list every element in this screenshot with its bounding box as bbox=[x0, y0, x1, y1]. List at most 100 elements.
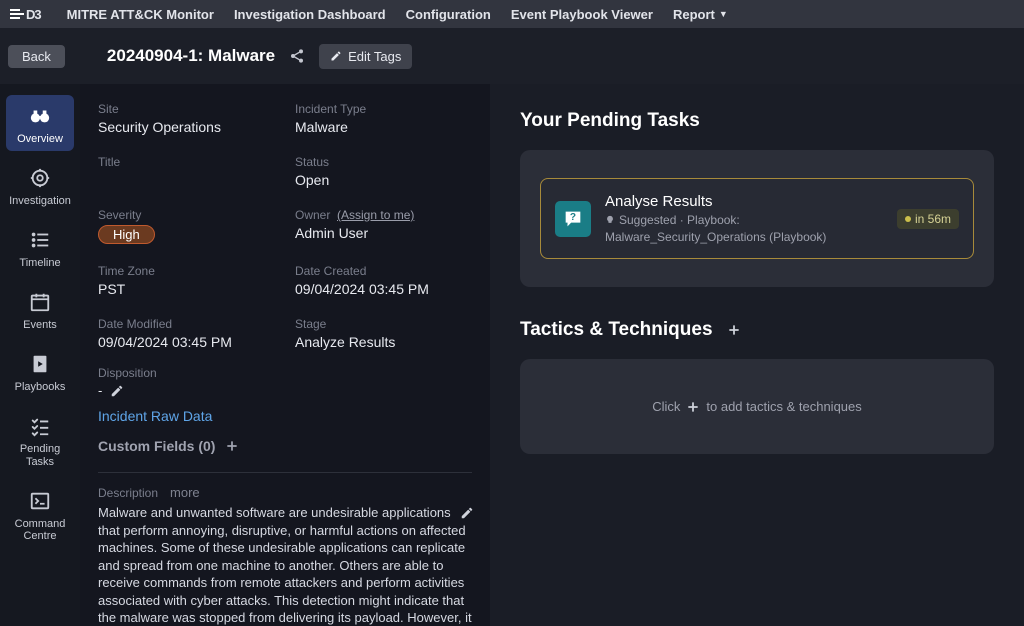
plus-icon[interactable] bbox=[686, 400, 700, 414]
sidebar-label: Pending Tasks bbox=[6, 443, 74, 467]
edit-tags-button[interactable]: Edit Tags bbox=[319, 44, 412, 69]
sidebar-item-events[interactable]: Events bbox=[6, 281, 74, 337]
sidebar-item-overview[interactable]: Overview bbox=[6, 95, 74, 151]
pending-tasks-title: Your Pending Tasks bbox=[520, 110, 994, 132]
pencil-icon[interactable] bbox=[460, 506, 474, 520]
task-card[interactable]: ? Analyse Results Suggested · Playbook: … bbox=[540, 178, 974, 259]
sidebar-label: Investigation bbox=[9, 195, 71, 207]
tactics-title: Tactics & Techniques bbox=[520, 319, 994, 341]
field-label: Status bbox=[295, 155, 472, 169]
sidebar-label: Events bbox=[23, 319, 57, 331]
nav-report[interactable]: Report ▼ bbox=[673, 7, 728, 22]
timeline-icon bbox=[29, 229, 51, 251]
field-value: - bbox=[98, 383, 102, 398]
binoculars-icon bbox=[29, 105, 51, 127]
field-status: Status Open bbox=[295, 155, 472, 188]
sidebar: Overview Investigation Timeline Events P… bbox=[0, 84, 80, 626]
field-value: Malware bbox=[295, 119, 472, 135]
plus-icon[interactable] bbox=[225, 439, 239, 453]
field-title: Title bbox=[98, 155, 275, 188]
sidebar-label: Playbooks bbox=[15, 381, 66, 393]
logo-icon bbox=[10, 7, 24, 21]
plus-icon[interactable] bbox=[727, 323, 741, 337]
back-button[interactable]: Back bbox=[8, 45, 65, 68]
status-dot-icon bbox=[905, 216, 911, 222]
field-label: Date Created bbox=[295, 264, 472, 278]
pending-tasks-container: ? Analyse Results Suggested · Playbook: … bbox=[520, 150, 994, 287]
playbook-icon bbox=[29, 353, 51, 375]
terminal-icon bbox=[29, 490, 51, 512]
field-incident-type: Incident Type Malware bbox=[295, 102, 472, 135]
details-panel: Site Security Operations Incident Type M… bbox=[80, 84, 490, 626]
tactics-hint-pre: Click bbox=[652, 399, 680, 414]
field-value: PST bbox=[98, 281, 275, 297]
more-link[interactable]: more bbox=[170, 485, 200, 500]
sidebar-label: Overview bbox=[17, 133, 63, 145]
field-value: 09/04/2024 03:45 PM bbox=[98, 334, 275, 350]
field-label: Owner bbox=[295, 208, 330, 222]
field-label: Stage bbox=[295, 317, 472, 331]
field-label: Time Zone bbox=[98, 264, 275, 278]
sidebar-item-timeline[interactable]: Timeline bbox=[6, 219, 74, 275]
pencil-icon bbox=[330, 50, 342, 62]
incident-raw-data-link[interactable]: Incident Raw Data bbox=[98, 408, 472, 424]
sidebar-item-playbooks[interactable]: Playbooks bbox=[6, 343, 74, 399]
share-icon[interactable] bbox=[289, 48, 305, 64]
field-timezone: Time Zone PST bbox=[98, 264, 275, 297]
tactics-title-text: Tactics & Techniques bbox=[520, 319, 713, 341]
logo: D3 bbox=[4, 7, 47, 22]
nav-dashboard[interactable]: Investigation Dashboard bbox=[234, 7, 386, 22]
calendar-icon bbox=[29, 291, 51, 313]
nav-report-label: Report bbox=[673, 7, 715, 22]
tactics-box: Click to add tactics & techniques bbox=[520, 359, 994, 454]
field-value: Open bbox=[295, 172, 472, 188]
custom-fields-row[interactable]: Custom Fields (0) bbox=[98, 438, 472, 454]
field-value: Analyze Results bbox=[295, 334, 472, 350]
top-nav: D3 MITRE ATT&CK Monitor Investigation Da… bbox=[0, 0, 1024, 28]
custom-fields-label: Custom Fields (0) bbox=[98, 438, 215, 454]
task-sub-prefix: Suggested · Playbook: bbox=[619, 213, 740, 227]
field-label: Incident Type bbox=[295, 102, 472, 116]
assign-to-me-link[interactable]: (Assign to me) bbox=[337, 208, 414, 222]
tactics-hint-post: to add tactics & techniques bbox=[706, 399, 861, 414]
field-value: Security Operations bbox=[98, 119, 275, 135]
field-disposition: Disposition - bbox=[98, 366, 472, 398]
field-label: Severity bbox=[98, 208, 275, 222]
bulb-icon bbox=[605, 215, 615, 225]
field-label: Site bbox=[98, 102, 275, 116]
nav-playbook-viewer[interactable]: Event Playbook Viewer bbox=[511, 7, 653, 22]
chevron-down-icon: ▼ bbox=[719, 9, 728, 19]
severity-badge: High bbox=[98, 225, 155, 244]
field-stage: Stage Analyze Results bbox=[295, 317, 472, 350]
field-label: Disposition bbox=[98, 366, 472, 380]
field-label: Title bbox=[98, 155, 275, 169]
field-owner: Owner (Assign to me) Admin User bbox=[295, 208, 472, 244]
task-due-badge: in 56m bbox=[897, 209, 959, 229]
title-bar: Back 20240904-1: Malware Edit Tags bbox=[0, 28, 1024, 84]
svg-text:?: ? bbox=[570, 211, 576, 222]
pencil-icon[interactable] bbox=[110, 384, 124, 398]
checklist-icon bbox=[29, 415, 51, 437]
description-text: Malware and unwanted software are undesi… bbox=[98, 504, 472, 626]
task-due-text: in 56m bbox=[915, 212, 951, 226]
sidebar-label: Command Centre bbox=[6, 518, 74, 542]
sidebar-item-pending-tasks[interactable]: Pending Tasks bbox=[6, 405, 74, 473]
field-site: Site Security Operations bbox=[98, 102, 275, 135]
field-label: Date Modified bbox=[98, 317, 275, 331]
nav-configuration[interactable]: Configuration bbox=[406, 7, 491, 22]
sidebar-item-investigation[interactable]: Investigation bbox=[6, 157, 74, 213]
nav-mitre[interactable]: MITRE ATT&CK Monitor bbox=[67, 7, 214, 22]
edit-tags-label: Edit Tags bbox=[348, 49, 401, 64]
sidebar-item-command-centre[interactable]: Command Centre bbox=[6, 480, 74, 548]
description-label: Description bbox=[98, 486, 158, 500]
field-date-modified: Date Modified 09/04/2024 03:45 PM bbox=[98, 317, 275, 350]
task-playbook: Malware_Security_Operations (Playbook) bbox=[605, 230, 826, 244]
field-value: Admin User bbox=[295, 225, 472, 241]
page-title: 20240904-1: Malware bbox=[107, 46, 275, 66]
field-date-created: Date Created 09/04/2024 03:45 PM bbox=[295, 264, 472, 297]
separator bbox=[98, 472, 472, 473]
question-icon: ? bbox=[555, 201, 591, 237]
right-panel: Your Pending Tasks ? Analyse Results Sug… bbox=[490, 84, 1024, 626]
field-value: 09/04/2024 03:45 PM bbox=[295, 281, 472, 297]
field-severity: Severity High bbox=[98, 208, 275, 244]
